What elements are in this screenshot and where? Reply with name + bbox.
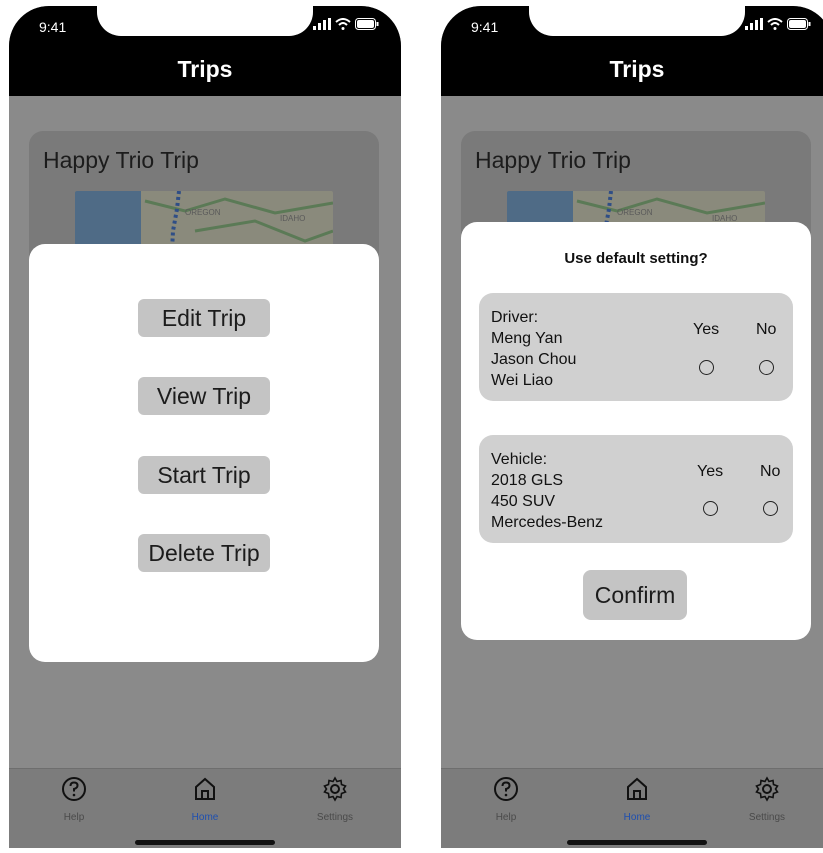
tab-settings-label: Settings	[316, 812, 354, 823]
driver-no-label: No	[756, 321, 777, 338]
signal-icon	[313, 18, 331, 30]
vehicle-line: 450 SUV	[491, 493, 556, 510]
view-trip-button[interactable]: View Trip	[138, 377, 270, 415]
status-time: 9:41	[471, 19, 499, 35]
signal-icon	[745, 18, 763, 30]
delete-trip-button[interactable]: Delete Trip	[138, 534, 270, 572]
driver-yes-label: Yes	[693, 321, 720, 338]
gear-icon	[323, 776, 347, 802]
battery-icon	[355, 18, 379, 30]
tab-home[interactable]: Home	[165, 775, 245, 823]
driver-name: Jason Chou	[491, 351, 577, 368]
start-trip-button[interactable]: Start Trip	[138, 456, 270, 494]
tab-help-label: Help	[495, 812, 517, 823]
vehicle-line: Mercedes-Benz	[491, 514, 604, 531]
wifi-icon	[335, 18, 351, 30]
page-title: Trips	[609, 56, 665, 82]
tab-help-label: Help	[63, 812, 85, 823]
trip-name: Happy Trio Trip	[475, 147, 631, 173]
tab-help[interactable]: Help	[466, 775, 546, 823]
edit-trip-button[interactable]: Edit Trip	[138, 299, 270, 337]
page-title: Trips	[177, 56, 233, 82]
gear-icon	[755, 776, 779, 802]
tab-settings-label: Settings	[748, 812, 786, 823]
tab-settings[interactable]: Settings	[295, 775, 375, 823]
phone-screen-left: 9:41 Trips Happy Trio Trip OREGON IDAHO …	[9, 6, 401, 848]
home-icon	[627, 777, 647, 800]
trip-action-sheet: Edit Trip View Trip Start Trip Delete Tr…	[29, 244, 379, 662]
map-label-idaho: IDAHO	[280, 214, 305, 223]
vehicle-heading: Vehicle:	[491, 451, 548, 468]
home-icon	[195, 777, 215, 800]
map-label-oregon: OREGON	[185, 208, 221, 217]
tab-settings[interactable]: Settings	[727, 775, 807, 823]
vehicle-setting-box: Vehicle: 2018 GLS 450 SUV Mercedes-Benz …	[479, 435, 793, 543]
driver-name: Wei Liao	[491, 372, 553, 389]
trip-name: Happy Trio Trip	[43, 147, 199, 173]
driver-name: Meng Yan	[491, 330, 563, 347]
home-indicator	[135, 840, 275, 845]
tab-home[interactable]: Home	[597, 775, 677, 823]
tab-bar: Help Home Settings	[441, 768, 823, 848]
map-label-oregon: OREGON	[617, 208, 653, 217]
nav-header: 9:41 Trips	[9, 6, 401, 96]
default-setting-dialog: Use default setting? Driver: Meng Yan Ja…	[461, 222, 811, 640]
dialog-title: Use default setting?	[564, 250, 708, 267]
driver-setting-box: Driver: Meng Yan Jason Chou Wei Liao Yes…	[479, 293, 793, 401]
status-icons	[313, 18, 379, 30]
wifi-icon	[767, 18, 783, 30]
home-indicator	[567, 840, 707, 845]
confirm-button[interactable]: Confirm	[583, 570, 687, 620]
vehicle-yes-radio[interactable]	[703, 501, 718, 516]
driver-no-radio[interactable]	[759, 360, 774, 375]
driver-heading: Driver:	[491, 309, 539, 326]
notch	[97, 6, 313, 36]
help-icon	[62, 777, 86, 801]
tab-home-label: Home	[623, 812, 651, 823]
nav-header: 9:41 Trips	[441, 6, 823, 96]
vehicle-no-label: No	[760, 463, 781, 480]
driver-details: Driver: Meng Yan Jason Chou Wei Liao	[491, 307, 576, 391]
vehicle-no-radio[interactable]	[763, 501, 778, 516]
vehicle-yes-label: Yes	[697, 463, 724, 480]
battery-icon	[787, 18, 811, 30]
tab-home-label: Home	[191, 812, 219, 823]
tab-help[interactable]: Help	[34, 775, 114, 823]
notch	[529, 6, 745, 36]
phone-screen-right: 9:41 Trips Happy Trio Trip OREGON IDAHO …	[441, 6, 823, 848]
tab-bar: Help Home Settings	[9, 768, 401, 848]
vehicle-line: 2018 GLS	[491, 472, 564, 489]
driver-yes-radio[interactable]	[699, 360, 714, 375]
help-icon	[494, 777, 518, 801]
vehicle-details: Vehicle: 2018 GLS 450 SUV Mercedes-Benz	[491, 449, 603, 533]
status-time: 9:41	[39, 19, 67, 35]
status-icons	[745, 18, 811, 30]
